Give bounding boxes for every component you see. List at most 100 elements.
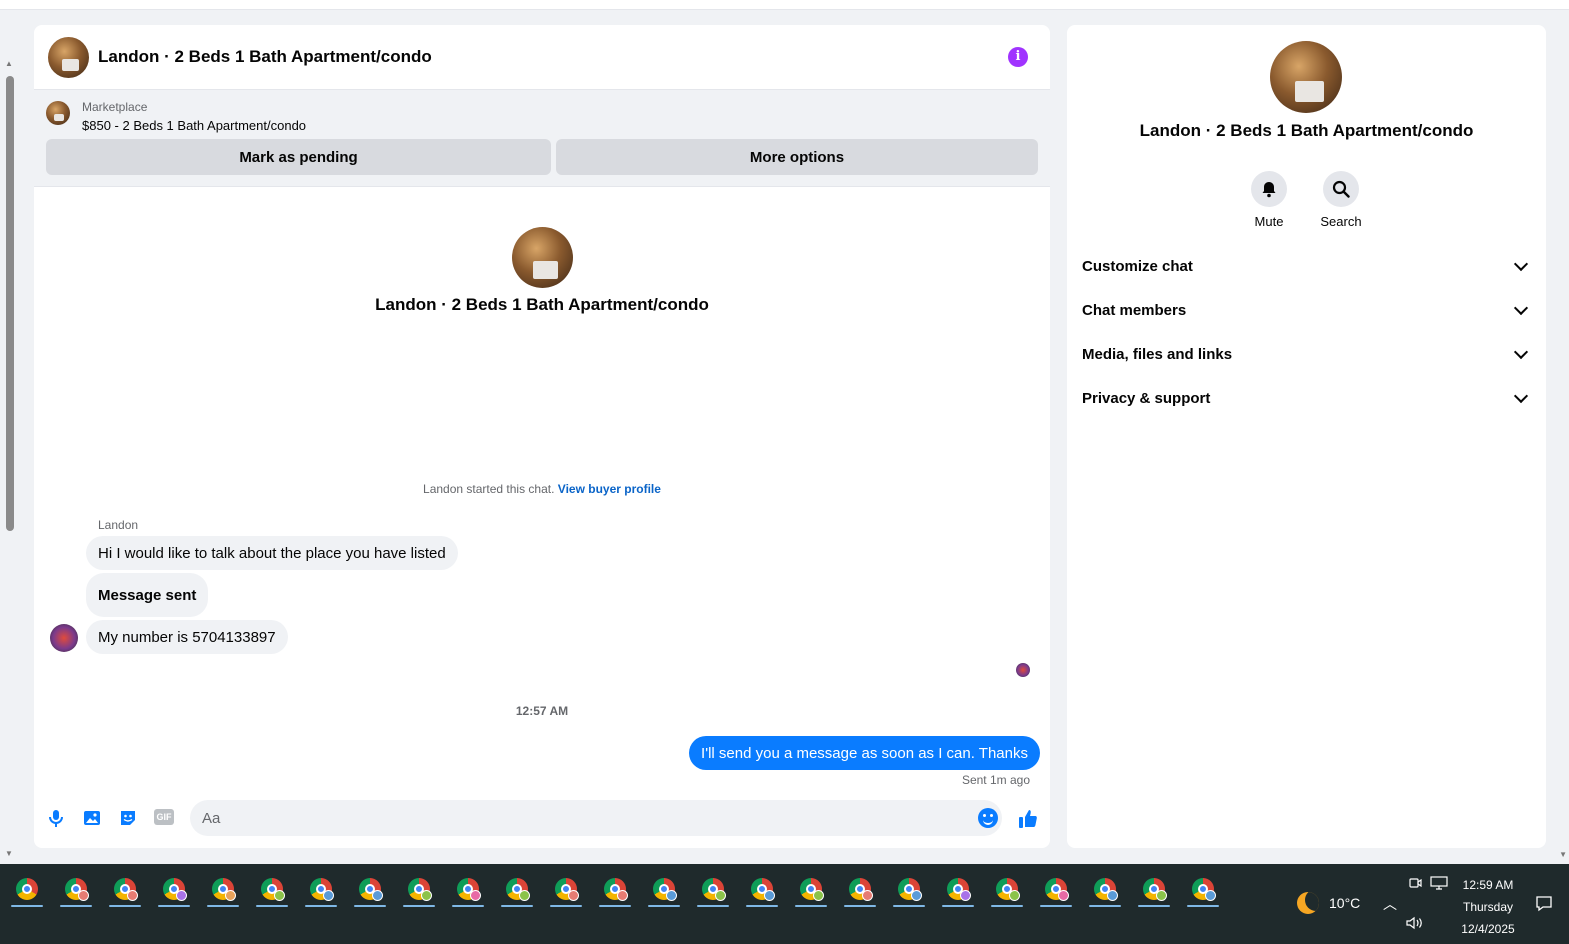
- taskbar-chrome-window[interactable]: [548, 874, 584, 907]
- incoming-message[interactable]: My number is 5704133897: [86, 620, 288, 654]
- incoming-message[interactable]: Hi I would like to talk about the place …: [86, 536, 458, 570]
- taskbar-app-main[interactable]: [9, 874, 45, 907]
- profile-badge-icon: [421, 890, 432, 901]
- intro-name: Landon · 2 Beds 1 Bath Apartment/condo: [375, 295, 709, 314]
- scroll-up-icon[interactable]: ▲: [4, 60, 14, 68]
- section-label: Customize chat: [1082, 257, 1193, 275]
- volume-icon[interactable]: [1406, 916, 1424, 933]
- taskbar-chrome-window[interactable]: [156, 874, 192, 907]
- taskbar-chrome-window[interactable]: [303, 874, 339, 907]
- bell-icon[interactable]: [1251, 171, 1287, 207]
- taskbar-chrome-window[interactable]: [499, 874, 535, 907]
- mute-button[interactable]: Mute: [1239, 171, 1299, 229]
- message-thread: Landon · 2 Beds 1 Bath Apartment/condo L…: [34, 187, 1050, 787]
- system-clock[interactable]: 12:59 AM Thursday 12/4/2025: [1446, 874, 1530, 940]
- taskbar-chrome-window[interactable]: [58, 874, 94, 907]
- microphone-icon[interactable]: [46, 808, 66, 828]
- running-indicator: [599, 905, 631, 907]
- mute-label: Mute: [1254, 214, 1284, 229]
- profile-badge-icon: [372, 890, 383, 901]
- started-text: Landon started this chat.: [423, 482, 555, 496]
- taskbar-chrome-window[interactable]: [1087, 874, 1123, 907]
- profile-badge-icon: [1009, 890, 1020, 901]
- profile-badge-icon: [470, 890, 481, 901]
- view-buyer-profile-link[interactable]: View buyer profile: [558, 482, 661, 496]
- chat-members-section[interactable]: Chat members: [1082, 288, 1532, 332]
- profile-badge-icon: [1156, 890, 1167, 901]
- meet-now-icon[interactable]: [1408, 876, 1422, 893]
- search-button[interactable]: Search: [1311, 171, 1371, 229]
- mark-as-pending-button[interactable]: Mark as pending: [46, 139, 551, 175]
- profile-badge-icon: [862, 890, 873, 901]
- details-avatar[interactable]: [1270, 41, 1342, 113]
- taskbar-chrome-window[interactable]: [744, 874, 780, 907]
- profile-badge-icon: [1058, 890, 1069, 901]
- taskbar-chrome-window[interactable]: [352, 874, 388, 907]
- running-indicator: [207, 905, 239, 907]
- taskbar-chrome-window[interactable]: [401, 874, 437, 907]
- marketplace-banner: Marketplace $850 - 2 Beds 1 Bath Apartme…: [34, 90, 1050, 187]
- taskbar-chrome-window[interactable]: [1136, 874, 1172, 907]
- profile-badge-icon: [127, 890, 138, 901]
- listing-title[interactable]: $850 - 2 Beds 1 Bath Apartment/condo: [82, 118, 306, 133]
- photo-icon[interactable]: [82, 808, 102, 828]
- running-indicator: [1138, 905, 1170, 907]
- customize-chat-section[interactable]: Customize chat: [1082, 244, 1532, 288]
- media-files-links-section[interactable]: Media, files and links: [1082, 332, 1532, 376]
- running-indicator: [795, 905, 827, 907]
- profile-badge-icon: [274, 890, 285, 901]
- privacy-support-section[interactable]: Privacy & support: [1082, 376, 1532, 420]
- taskbar-chrome-window[interactable]: [597, 874, 633, 907]
- running-indicator: [991, 905, 1023, 907]
- taskbar-chrome-window[interactable]: [1038, 874, 1074, 907]
- info-icon[interactable]: i: [1008, 47, 1028, 67]
- show-hidden-icons-icon[interactable]: ︿: [1383, 894, 1397, 914]
- thumbs-up-icon[interactable]: [1017, 808, 1037, 828]
- notifications-icon[interactable]: [1535, 894, 1553, 915]
- running-indicator: [942, 905, 974, 907]
- taskbar-chrome-window[interactable]: [646, 874, 682, 907]
- gif-icon[interactable]: GIF: [154, 809, 174, 825]
- taskbar-chrome-window[interactable]: [1185, 874, 1221, 907]
- weather-widget[interactable]: 10°C: [1297, 892, 1360, 914]
- chevron-down-icon: [1513, 388, 1529, 403]
- message-timestamp: 12:57 AM: [515, 704, 569, 718]
- sticker-icon[interactable]: [118, 808, 138, 828]
- right-scroll-down-icon[interactable]: ▼: [1559, 850, 1567, 859]
- page-scrollbar[interactable]: ▲ ▼: [2, 60, 16, 860]
- taskbar-chrome-window[interactable]: [450, 874, 486, 907]
- search-icon[interactable]: [1323, 171, 1359, 207]
- taskbar-chrome-window[interactable]: [205, 874, 241, 907]
- search-label: Search: [1320, 214, 1362, 229]
- profile-badge-icon: [568, 890, 579, 901]
- running-indicator: [60, 905, 92, 907]
- taskbar-chrome-window[interactable]: [254, 874, 290, 907]
- incoming-message[interactable]: Message sent: [86, 573, 209, 617]
- outgoing-message[interactable]: I'll send you a message as soon as I can…: [689, 736, 1040, 770]
- taskbar-chrome-window[interactable]: [842, 874, 878, 907]
- running-indicator: [158, 905, 190, 907]
- profile-badge-icon: [1107, 890, 1118, 901]
- listing-thumbnail[interactable]: [46, 101, 70, 125]
- scroll-down-icon[interactable]: ▼: [4, 850, 14, 858]
- chat-header: Landon · 2 Beds 1 Bath Apartment/condo i: [34, 25, 1050, 90]
- profile-badge-icon: [176, 890, 187, 901]
- chat-title[interactable]: Landon · 2 Beds 1 Bath Apartment/condo: [98, 47, 432, 67]
- taskbar-chrome-window[interactable]: [793, 874, 829, 907]
- running-indicator: [550, 905, 582, 907]
- taskbar-chrome-window[interactable]: [989, 874, 1025, 907]
- message-input[interactable]: [190, 800, 1002, 836]
- clock-date: 12/4/2025: [1461, 922, 1515, 936]
- chat-avatar[interactable]: [48, 36, 89, 78]
- emoji-icon[interactable]: [978, 808, 998, 828]
- taskbar-chrome-window[interactable]: [891, 874, 927, 907]
- running-indicator: [109, 905, 141, 907]
- sender-avatar[interactable]: [50, 624, 78, 652]
- more-options-button[interactable]: More options: [556, 139, 1038, 175]
- taskbar-chrome-window[interactable]: [695, 874, 731, 907]
- running-indicator: [1187, 905, 1219, 907]
- chat-panel: Landon · 2 Beds 1 Bath Apartment/condo i…: [34, 25, 1050, 848]
- taskbar-chrome-window[interactable]: [107, 874, 143, 907]
- scrollbar-thumb[interactable]: [6, 76, 14, 531]
- taskbar-chrome-window[interactable]: [940, 874, 976, 907]
